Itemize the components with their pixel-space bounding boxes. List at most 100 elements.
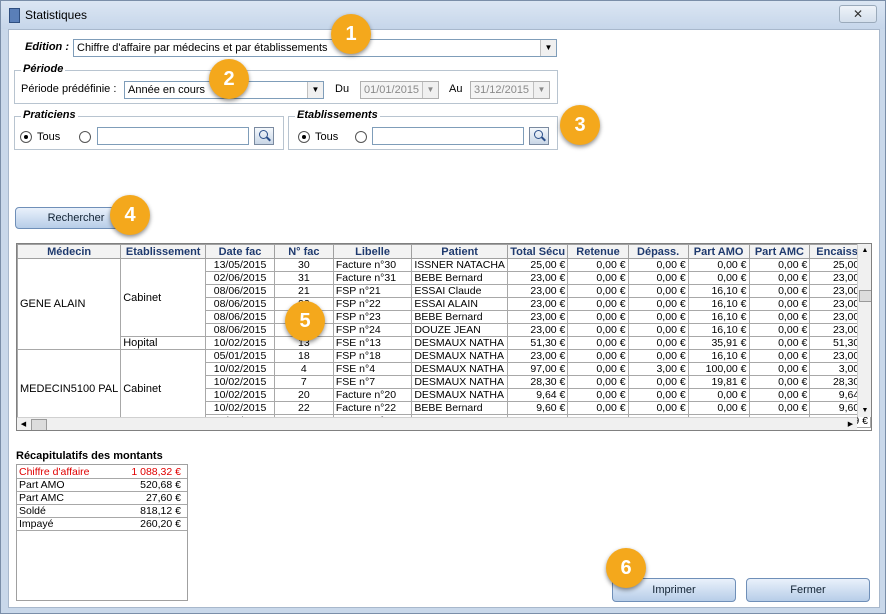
table-cell: 16,10 €	[687, 349, 750, 363]
etablissement-input[interactable]	[372, 127, 524, 145]
table-cell: 0,00 €	[687, 258, 750, 272]
table-cell: 23,00 €	[506, 297, 569, 311]
table-cell: 16,10 €	[687, 284, 750, 298]
etablissements-choice-radio[interactable]	[355, 131, 367, 143]
praticiens-tous-label: Tous	[37, 131, 61, 143]
callout-badge-5: 5	[285, 301, 325, 341]
table-cell: FSP n°18	[332, 349, 413, 363]
column-header[interactable]: Total Sécu	[506, 244, 569, 259]
table-row[interactable]: Hopital 10/02/2015 13 FSE n°13 DESMAUX NATHA…	[18, 336, 871, 350]
table-cell: 30	[273, 258, 334, 272]
table-cell: DOUZE JEAN	[411, 323, 508, 337]
table-cell: 31	[273, 271, 334, 285]
periode-legend: Période	[21, 63, 66, 75]
summary-label: Chiffre d'affaire	[19, 466, 90, 478]
callout-badge-3: 3	[560, 105, 600, 145]
table-cell: 18	[273, 349, 334, 363]
table-cell: 10/02/2015	[205, 388, 275, 402]
table-cell: 08/06/2015	[205, 284, 275, 298]
hscroll-thumb[interactable]	[31, 419, 47, 430]
fermer-button[interactable]: Fermer	[746, 578, 870, 602]
table-cell: 0,00 €	[567, 349, 629, 363]
praticiens-tous-radio[interactable]	[20, 131, 32, 143]
chevron-down-icon[interactable]: ▼	[307, 82, 323, 98]
column-header[interactable]: Retenue	[567, 244, 629, 259]
scroll-up-icon[interactable]: ▲	[858, 244, 871, 257]
scroll-down-icon[interactable]: ▼	[858, 404, 871, 417]
column-header[interactable]: Part AMO	[687, 244, 750, 259]
table-cell: 0,00 €	[567, 362, 629, 376]
table-cell: 08/06/2015	[205, 310, 275, 324]
summary-row: Part AMO 520,68 €	[17, 479, 187, 492]
table-cell: 16,10 €	[687, 297, 750, 311]
callout-badge-2: 2	[209, 59, 249, 99]
document-icon	[9, 8, 20, 23]
scroll-thumb[interactable]	[859, 290, 871, 302]
table-row[interactable]: MEDECIN5100 PAL Cabinet 05/01/2015 18 FSP n°…	[17, 349, 871, 428]
column-header[interactable]: Etablissement	[120, 244, 207, 259]
etablissement-search-icon[interactable]	[529, 127, 549, 145]
table-cell: FSP n°24	[332, 323, 413, 337]
table-cell: 25,00 €	[506, 258, 569, 272]
table-cell: 0,00 €	[687, 388, 750, 402]
etablissements-tous-radio[interactable]	[298, 131, 310, 143]
column-header[interactable]: Patient	[411, 244, 508, 259]
table-cell: FSE n°13	[332, 336, 413, 350]
table-cell: 0,00 €	[567, 336, 629, 350]
table-cell: 0,00 €	[627, 271, 689, 285]
table-cell: 0,00 €	[748, 336, 811, 350]
medecin-cell: GENE ALAIN	[17, 258, 122, 350]
table-cell: 0,00 €	[627, 310, 689, 324]
praticien-search-icon[interactable]	[254, 127, 274, 145]
periode-group: Période Période prédéfinie : Année en co…	[14, 63, 558, 104]
scroll-left-icon[interactable]: ◀	[17, 418, 30, 430]
summary-label: Soldé	[19, 505, 46, 517]
table-cell: 23,00 €	[506, 310, 569, 324]
etablissement-cell: Cabinet	[120, 349, 207, 428]
table-cell: 13/05/2015	[205, 258, 275, 272]
table-row[interactable]: GENE ALAIN Cabinet 13/05/2015 30 Facture n°3…	[17, 258, 871, 350]
table-cell: BEBE Bernard	[411, 401, 508, 415]
table-cell: 0,00 €	[567, 271, 629, 285]
table-cell: 0,00 €	[627, 258, 689, 272]
summary-label: Impayé	[19, 518, 54, 530]
summary-row: Soldé 818,12 €	[17, 505, 187, 518]
column-header[interactable]: Date fac	[205, 244, 275, 259]
chevron-down-icon: ▼	[422, 82, 438, 98]
close-button[interactable]: ✕	[839, 5, 877, 23]
horizontal-scrollbar[interactable]: ◀ ▶	[17, 417, 857, 430]
summary-value: 1 088,32 €	[131, 466, 181, 478]
praticiens-choice-radio[interactable]	[79, 131, 91, 143]
table-cell: 0,00 €	[687, 271, 750, 285]
vertical-scrollbar[interactable]: ▲ ▼	[857, 244, 871, 417]
table-cell: 23,00 €	[506, 271, 569, 285]
table-cell: 08/06/2015	[205, 323, 275, 337]
column-header[interactable]: Libelle	[332, 244, 413, 259]
statistiques-window: Statistiques ✕ Edition : Chiffre d'affai…	[0, 0, 886, 614]
column-header[interactable]: Part AMC	[748, 244, 811, 259]
table-cell: 22	[273, 401, 334, 415]
edition-value: Chiffre d'affaire par médecins et par ét…	[77, 42, 328, 54]
chevron-down-icon[interactable]: ▼	[540, 40, 556, 56]
column-header[interactable]: N° fac	[273, 244, 334, 259]
table-cell: Facture n°20	[332, 388, 413, 402]
table-cell: 9,64 €	[506, 388, 569, 402]
etablissements-group: Etablissements Tous	[288, 109, 558, 150]
summary-row: Part AMC 27,60 €	[17, 492, 187, 505]
table-cell: 9,60 €	[506, 401, 569, 415]
table-cell: 0,00 €	[627, 336, 689, 350]
table-cell: 0,00 €	[748, 284, 811, 298]
du-date-field: 01/01/2015 ▼	[360, 81, 439, 99]
table-cell: 0,00 €	[567, 388, 629, 402]
edition-select[interactable]: Chiffre d'affaire par médecins et par ét…	[73, 39, 557, 57]
table-cell: DESMAUX NATHA	[411, 375, 508, 389]
table-cell: 0,00 €	[567, 297, 629, 311]
scroll-right-icon[interactable]: ▶	[844, 418, 857, 430]
column-header[interactable]: Dépass.	[627, 244, 689, 259]
summary-value: 260,20 €	[140, 518, 181, 530]
column-header[interactable]: Médecin	[17, 244, 122, 259]
table-cell: 0,00 €	[627, 349, 689, 363]
table-cell: BEBE Bernard	[411, 310, 508, 324]
results-table: Médecin Etablissement Date fac N° fac Libell…	[16, 243, 872, 431]
praticien-input[interactable]	[97, 127, 249, 145]
